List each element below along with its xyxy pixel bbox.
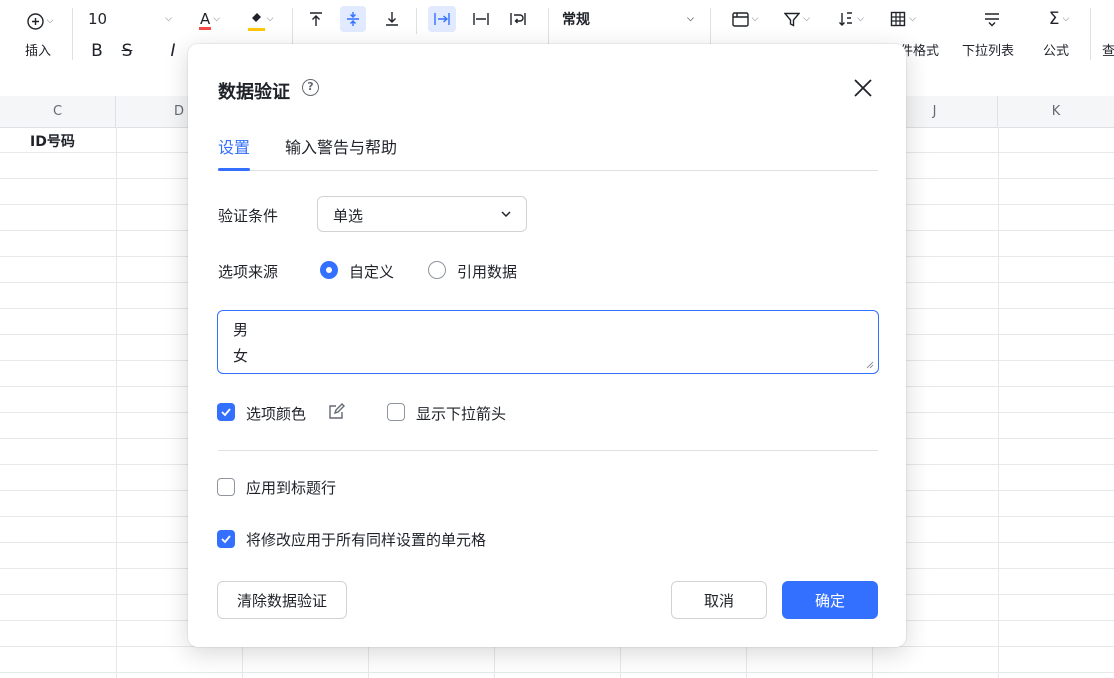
align-bottom-button[interactable] <box>380 6 404 32</box>
toolbar-divider <box>72 8 73 60</box>
fill-color-icon <box>247 10 265 31</box>
source-reference-radio[interactable] <box>428 261 446 279</box>
column-header-c[interactable]: C <box>0 96 116 127</box>
conditional-format-button[interactable]: ⌵ <box>882 8 924 30</box>
font-size-select[interactable]: 10 ⌵ <box>88 8 188 30</box>
column-header-k[interactable]: K <box>998 96 1114 127</box>
overflow-icon <box>434 13 450 25</box>
insert-button[interactable]: ⌵ <box>20 10 60 32</box>
bold-button[interactable]: B <box>86 40 108 62</box>
chevron-down-icon: ⌵ <box>213 14 221 24</box>
sort-button[interactable]: ⌵ <box>830 8 872 30</box>
close-icon[interactable] <box>851 76 875 100</box>
check-icon <box>221 535 231 544</box>
chevron-down-icon: ⌵ <box>857 14 864 24</box>
source-reference-label[interactable]: 引用数据 <box>457 261 517 282</box>
clip-button[interactable] <box>468 6 494 32</box>
align-middle-button[interactable] <box>340 6 366 32</box>
check-icon <box>221 408 231 417</box>
chevron-down-icon: ⌵ <box>46 16 54 26</box>
tab-input-warning-help[interactable]: 输入警告与帮助 <box>285 134 397 158</box>
find-label[interactable]: 查 <box>1102 40 1114 59</box>
apply-header-label[interactable]: 应用到标题行 <box>246 477 336 498</box>
fill-color-button[interactable]: ⌵ <box>240 8 282 31</box>
condition-value: 单选 <box>333 207 364 225</box>
chevron-down-icon: ⌵ <box>909 14 916 24</box>
chevron-down-icon: ⌵ <box>165 14 172 24</box>
dialog-title: 数据验证 <box>218 82 290 103</box>
condition-label: 验证条件 <box>218 207 279 225</box>
chevron-down-icon: ⌵ <box>266 14 274 24</box>
filter-button[interactable]: ⌵ <box>776 8 818 30</box>
toolbar-divider <box>1090 8 1091 60</box>
insert-label: 插入 <box>25 44 52 59</box>
active-tab-indicator <box>218 168 250 171</box>
column-line <box>998 127 999 678</box>
align-middle-icon <box>347 12 359 26</box>
conditional-format-icon <box>890 11 906 27</box>
tab-settings[interactable]: 设置 <box>218 134 250 158</box>
strikethrough-button[interactable]: S <box>116 40 138 62</box>
chevron-down-icon <box>501 211 511 218</box>
dropdown-list-button[interactable] <box>980 8 1004 30</box>
chevron-down-icon: ⌵ <box>751 14 759 24</box>
clear-validation-button[interactable]: 清除数据验证 <box>217 581 347 619</box>
align-top-icon <box>310 12 322 26</box>
option-color-checkbox[interactable] <box>217 403 235 421</box>
wrap-text-button[interactable] <box>504 6 532 32</box>
font-color-icon: A <box>198 10 212 30</box>
show-arrow-checkbox[interactable] <box>387 403 405 421</box>
edit-icon[interactable] <box>327 403 345 421</box>
toolbar-divider <box>416 8 417 34</box>
source-label: 选项来源 <box>218 263 279 281</box>
condition-select[interactable]: 单选 <box>317 196 527 232</box>
clip-icon <box>473 13 489 25</box>
sort-icon <box>839 12 853 26</box>
ok-button[interactable]: 确定 <box>782 581 878 619</box>
filter-icon <box>784 12 801 27</box>
dropdown-list-icon <box>985 12 999 26</box>
formula-button[interactable]: Σ ⌵ <box>1038 8 1080 30</box>
chevron-down-icon: ⌵ <box>1062 14 1070 24</box>
dropdown-list-label: 下拉列表 <box>962 44 1015 59</box>
column-line <box>116 127 117 678</box>
help-icon[interactable]: ? <box>302 79 319 96</box>
sheet-row <box>0 647 1114 673</box>
font-color-button[interactable]: A ⌵ <box>190 8 230 30</box>
option-line: 男 <box>233 321 249 339</box>
show-arrow-label[interactable]: 显示下拉箭头 <box>416 403 506 424</box>
apply-all-label[interactable]: 将修改应用于所有同样设置的单元格 <box>246 529 486 550</box>
data-validation-dialog: 数据验证 ? 设置 输入警告与帮助 验证条件 单选 选项来源 自定义 引用数据 … <box>188 44 906 647</box>
cell-style-icon <box>731 11 749 27</box>
options-textarea[interactable]: 男 女 <box>217 310 879 374</box>
resize-handle-icon[interactable] <box>866 361 874 369</box>
cell-style-button[interactable]: ⌵ <box>724 8 766 30</box>
apply-header-checkbox[interactable] <box>217 478 235 496</box>
number-format-value: 常规 <box>562 12 590 28</box>
align-bottom-icon <box>386 12 398 26</box>
number-format-select[interactable]: 常规 ⌵ <box>562 8 694 30</box>
italic-button[interactable]: I <box>162 40 184 62</box>
sigma-icon: Σ <box>1048 9 1060 29</box>
source-custom-label[interactable]: 自定义 <box>349 261 394 282</box>
option-color-label[interactable]: 选项颜色 <box>246 403 306 424</box>
wrap-overflow-button[interactable] <box>428 6 456 32</box>
cancel-button[interactable]: 取消 <box>671 581 767 619</box>
plus-circle-icon <box>26 12 44 30</box>
option-line: 女 <box>233 347 249 365</box>
wrap-text-icon <box>510 13 526 25</box>
section-divider <box>218 450 878 451</box>
chevron-down-icon: ⌵ <box>803 14 810 24</box>
tab-divider <box>218 170 878 171</box>
chevron-down-icon: ⌵ <box>687 14 694 24</box>
source-custom-radio[interactable] <box>320 261 338 279</box>
apply-all-checkbox[interactable] <box>217 530 235 548</box>
formula-label: 公式 <box>1043 44 1070 59</box>
align-top-button[interactable] <box>304 6 328 32</box>
font-size-value: 10 <box>88 10 108 28</box>
